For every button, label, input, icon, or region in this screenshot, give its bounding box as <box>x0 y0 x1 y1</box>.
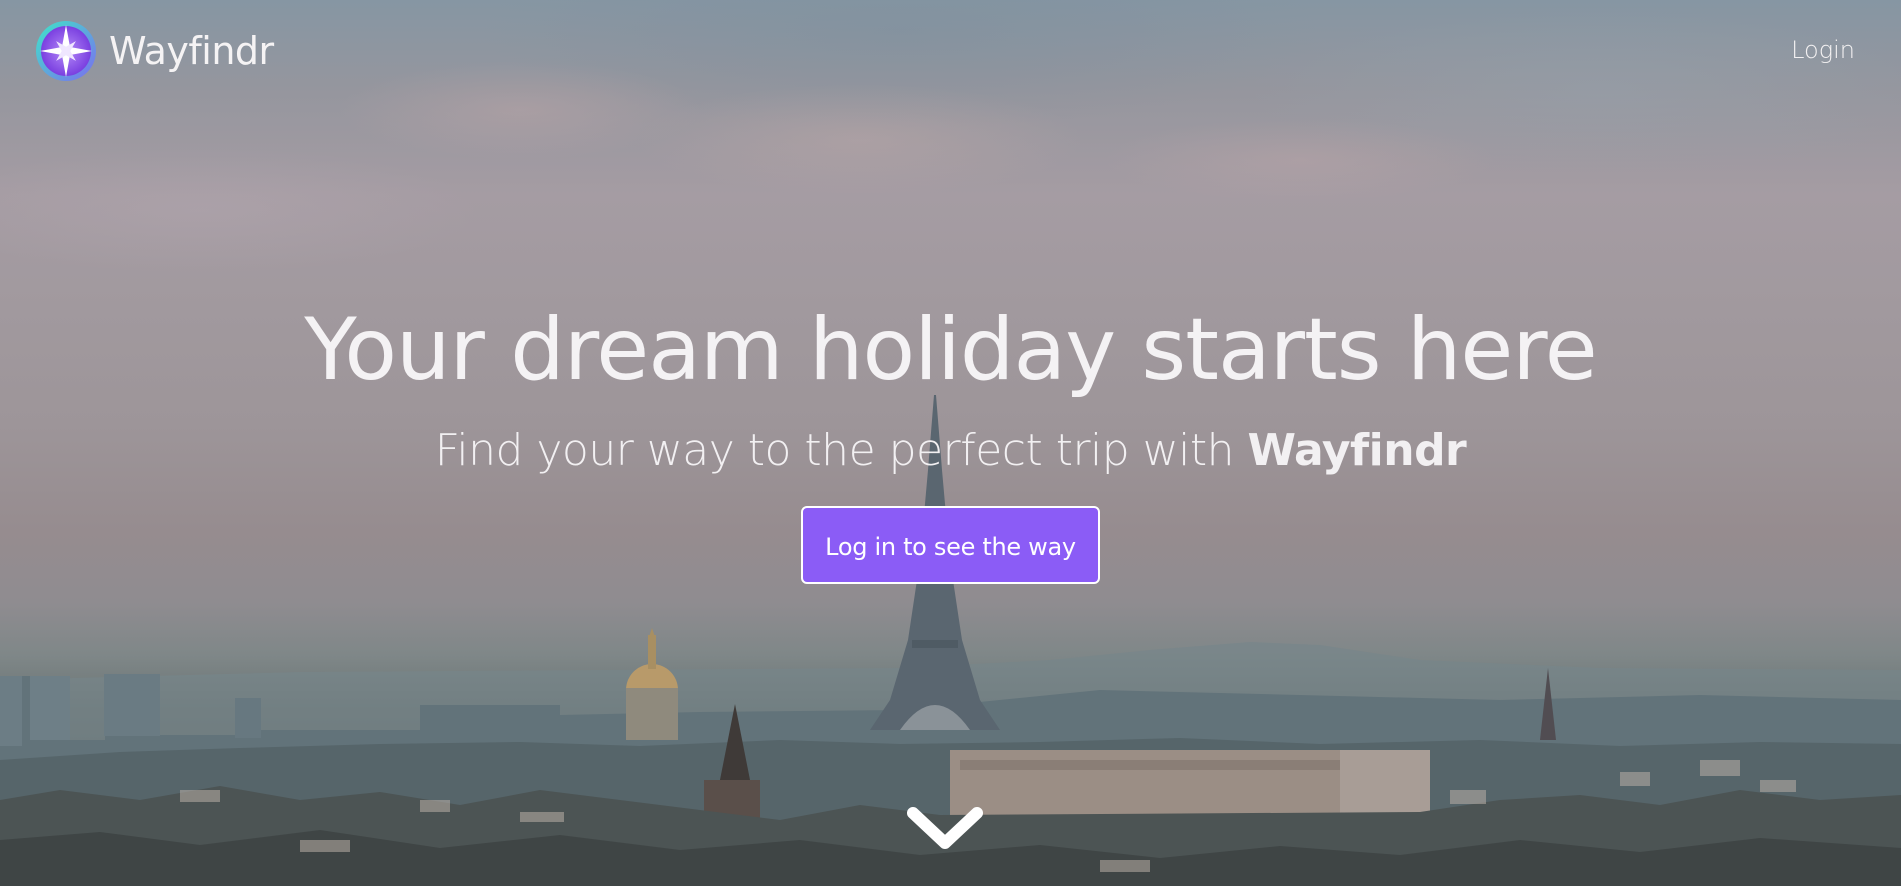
hero-headline: Your dream holiday starts here <box>304 300 1597 400</box>
navbar: Wayfindr Login <box>0 0 1901 104</box>
subheadline-text: Find your way to the perfect trip with <box>434 425 1248 476</box>
login-link[interactable]: Login <box>1791 36 1855 64</box>
subheadline-brand: Wayfindr <box>1247 425 1467 476</box>
hero-subheadline: Find your way to the perfect trip with W… <box>0 422 1901 480</box>
chevron-down-icon[interactable] <box>905 805 985 855</box>
brand-name: Wayfindr <box>109 29 274 73</box>
compass-star-icon <box>36 21 96 81</box>
login-cta-button[interactable]: Log in to see the way <box>801 506 1100 584</box>
hero-content: Your dream holiday starts here Find your… <box>0 300 1901 584</box>
hero-section: Wayfindr Login Your dream holiday starts… <box>0 0 1901 886</box>
brand-home-link[interactable]: Wayfindr <box>35 20 274 82</box>
